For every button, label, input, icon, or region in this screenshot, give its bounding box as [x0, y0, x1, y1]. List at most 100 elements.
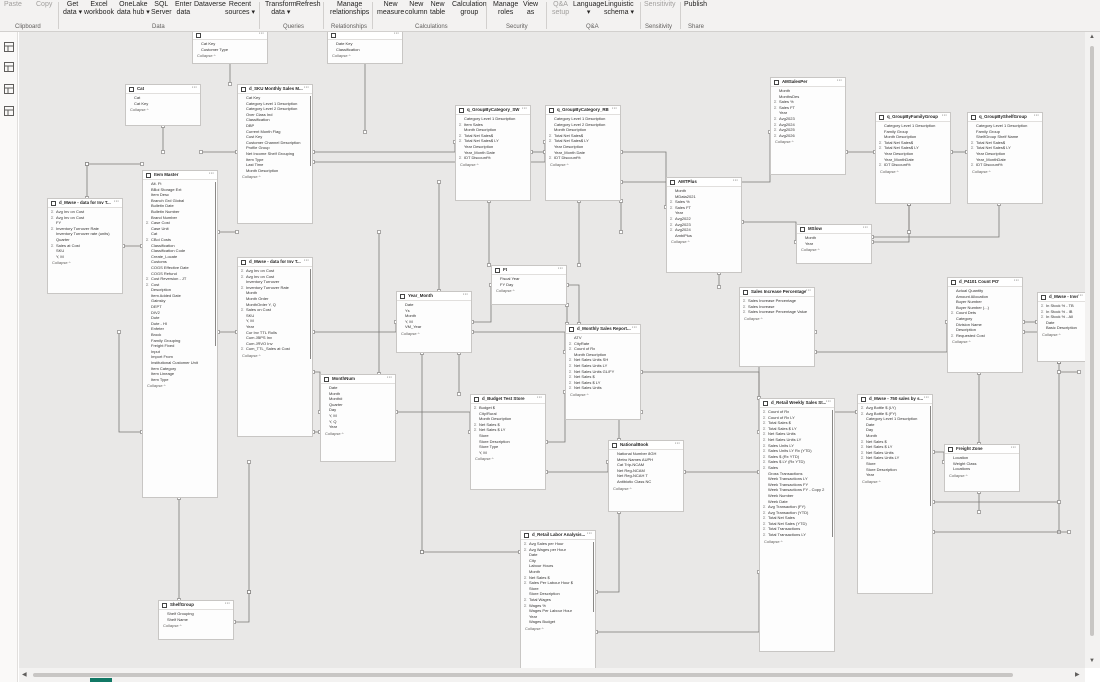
more-options-icon[interactable]: ··· [1014, 279, 1019, 285]
more-options-icon[interactable]: ··· [612, 107, 617, 113]
table-card-header[interactable]: q_GroupByCategory_RB ··· [546, 106, 620, 115]
table-card-header[interactable]: Ft ··· [492, 266, 566, 275]
table-card-header[interactable]: ··· [193, 32, 267, 40]
table-card-header[interactable]: d_Retail Labor Analysis... ··· [521, 531, 595, 540]
report-view-icon[interactable] [3, 40, 15, 52]
collapse-button[interactable]: Collapse ^ [948, 338, 1022, 346]
relationship-line[interactable] [472, 285, 492, 323]
collapse-button[interactable]: Collapse ^ [48, 259, 122, 267]
table-card-header[interactable]: MonthNum ··· [321, 375, 395, 384]
relationship-line[interactable] [596, 512, 620, 593]
table-card-header[interactable]: Sales Increase Percentage ... ··· [740, 288, 814, 297]
scroll-down-icon[interactable]: ▼ [1089, 658, 1095, 664]
more-options-icon[interactable]: ··· [463, 293, 468, 299]
collapse-button[interactable]: Collapse ^ [667, 238, 741, 246]
field-list-scrollbar[interactable] [214, 182, 216, 346]
sensitivity-button[interactable]: Sensitivity [644, 1, 676, 9]
table-card-header[interactable]: AMSalesPer ··· [771, 78, 845, 87]
table-card-header[interactable]: q_GroupByShelfGroup ··· [968, 113, 1042, 122]
table-card[interactable]: Cat ··· Cat Cat Key Collapse ^ [125, 84, 201, 126]
more-options-icon[interactable]: ··· [942, 114, 947, 120]
collapse-button[interactable]: Collapse ^ [193, 52, 267, 60]
relationship-line[interactable] [546, 392, 566, 443]
table-card[interactable]: Sales Increase Percentage ...···Sales In… [739, 287, 815, 367]
table-card[interactable]: q_GroupByCategory_RB ··· Category Level 1 … [545, 105, 621, 201]
refresh-button[interactable]: Refresh [296, 1, 321, 9]
relationship-line[interactable] [621, 151, 667, 207]
collapse-button[interactable]: Collapse ^ [521, 625, 595, 633]
collapse-button[interactable]: Collapse ^ [238, 352, 312, 360]
field-list-scrollbar[interactable] [592, 542, 594, 612]
onelake-button[interactable]: OneLake data hub ▾ [117, 1, 150, 17]
collapse-button[interactable]: Collapse ^ [968, 168, 1042, 176]
new-table-button[interactable]: New table [430, 1, 445, 17]
model-canvas[interactable]: ··· Cat Key Customer Type Collapse ^ ··· Date… [19, 32, 1085, 668]
relationship-line[interactable] [742, 221, 797, 242]
collapse-button[interactable]: Collapse ^ [858, 478, 932, 486]
manage-rel-button[interactable]: Manage relationships [330, 1, 369, 17]
table-card[interactable]: Freight Zone ··· Location Weight Class Locat… [944, 444, 1020, 492]
table-card[interactable]: d_SKU Monthly Sales M... ··· Cat Key Catego… [237, 84, 313, 224]
relationship-line[interactable] [546, 462, 609, 473]
table-card[interactable]: ShelfGroup ··· Shelf Grouping Shelf Name Col… [158, 600, 234, 640]
table-card-header[interactable]: d_Mwse - 750 sales by s... ··· [858, 395, 932, 404]
manage-roles-button[interactable]: Manage roles [493, 1, 518, 17]
relationship-line[interactable] [872, 204, 1000, 238]
table-card[interactable]: ··· Date Key Classification Collapse ^ [327, 32, 403, 64]
more-options-icon[interactable]: ··· [387, 376, 392, 382]
enter-button[interactable]: Enter data [175, 1, 192, 17]
table-card[interactable]: d_Monthly Sales Report...···ATVCityRateC… [565, 324, 641, 420]
excel-button[interactable]: Excel workbook [84, 1, 114, 17]
table-card-header[interactable]: Freight Zone ··· [945, 445, 1019, 454]
relationship-line[interactable] [472, 331, 566, 352]
more-options-icon[interactable]: ··· [537, 396, 542, 402]
table-card-header[interactable]: Year_Month ··· [397, 292, 471, 301]
table-card[interactable]: AMTPlus ··· MonthMData2021Sales %Sales FTY… [666, 177, 742, 273]
field-list-scrollbar[interactable] [929, 406, 931, 506]
table-card-header[interactable]: d_Retail Weekly Sales St... ··· [760, 399, 834, 408]
field-list-scrollbar[interactable] [831, 410, 833, 537]
table-view-icon[interactable] [3, 60, 15, 72]
relationship-line[interactable] [396, 411, 471, 432]
relationship-line[interactable] [118, 332, 142, 433]
new-column-button[interactable]: New column [405, 1, 428, 17]
more-options-icon[interactable]: ··· [259, 32, 264, 38]
relationship-line[interactable] [313, 322, 397, 333]
collapse-button[interactable]: Collapse ^ [566, 391, 640, 399]
collapse-button[interactable]: Collapse ^ [321, 430, 395, 438]
collapse-button[interactable]: Collapse ^ [456, 161, 530, 169]
table-card-header[interactable]: Cat ··· [126, 85, 200, 94]
new-measure-button[interactable]: New measure [377, 1, 404, 17]
copy-button[interactable]: Copy [36, 1, 52, 9]
relationship-line[interactable] [567, 284, 580, 324]
table-card-header[interactable]: AMTPlus ··· [667, 178, 741, 187]
field-list-scrollbar[interactable] [309, 269, 311, 359]
collapse-button[interactable]: Collapse ^ [760, 538, 834, 546]
relationship-line[interactable] [872, 204, 910, 243]
table-card[interactable]: q_GroupByCategory_SW ··· Category Level 1 … [455, 105, 531, 201]
more-options-icon[interactable]: ··· [863, 226, 868, 232]
collapse-button[interactable]: Collapse ^ [159, 622, 233, 630]
collapse-button[interactable]: Collapse ^ [740, 315, 814, 323]
horizontal-scroll-thumb[interactable] [33, 673, 1013, 677]
more-options-icon[interactable]: ··· [826, 400, 831, 406]
recent-button[interactable]: Recent sources ▾ [225, 1, 255, 17]
table-card[interactable]: MSlow ··· Month Year Collapse ^ [796, 224, 872, 264]
table-card-header[interactable]: ShelfGroup ··· [159, 601, 233, 610]
more-options-icon[interactable]: ··· [304, 259, 309, 265]
paste-button[interactable]: Paste [4, 1, 22, 9]
language-button[interactable]: Language ▾ [573, 1, 604, 17]
relationship-line[interactable] [621, 132, 771, 183]
table-card-header[interactable]: NationalBook ··· [609, 441, 683, 450]
table-card-header[interactable]: d_Mwse - data for Inv T... ··· [48, 199, 122, 208]
more-options-icon[interactable]: ··· [522, 107, 527, 113]
relationship-line[interactable] [596, 572, 760, 633]
scroll-left-icon[interactable]: ◀ [22, 671, 27, 678]
table-card[interactable]: Year_Month ··· Date Ys Month Y, M VM_Year Colla… [396, 291, 472, 353]
table-card-header[interactable]: d_Mwse - data for Inv T... ··· [238, 258, 312, 267]
table-card-header[interactable]: d_SKU Monthly Sales M... ··· [238, 85, 312, 94]
table-card[interactable]: d_Mwse - Invent...···In Stock % - TBIn S… [1037, 292, 1085, 362]
table-card[interactable]: AMSalesPer ··· MonthMonthsDesSales %Sales … [770, 77, 846, 175]
table-card[interactable]: q_GroupByShelfGroup ··· Category Level 1 D… [967, 112, 1043, 204]
collapse-button[interactable]: Collapse ^ [945, 472, 1019, 480]
